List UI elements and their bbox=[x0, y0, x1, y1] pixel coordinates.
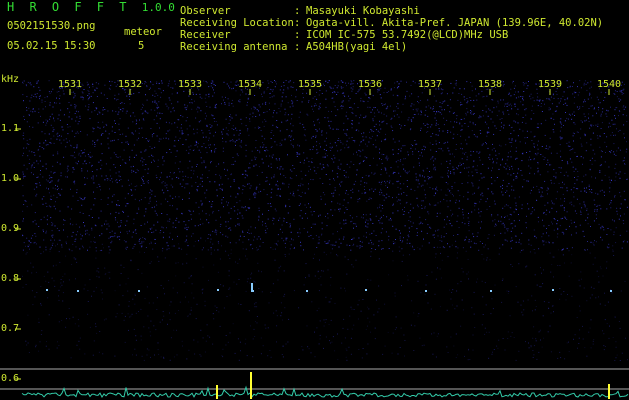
info-sep: : bbox=[294, 29, 301, 41]
y-tick-label: 0.8 bbox=[1, 273, 20, 284]
x-tick-label: 1538 bbox=[478, 79, 503, 90]
x-tick-label: 1540 bbox=[597, 79, 622, 90]
y-unit-label: kHz bbox=[1, 74, 20, 85]
app-name: H R O F F T bbox=[7, 0, 131, 14]
x-tick-label: 1534 bbox=[238, 79, 263, 90]
x-tick-label: 1536 bbox=[358, 79, 383, 90]
info-value-antenna: A504HB(yagi 4el) bbox=[306, 41, 408, 53]
x-tick-label: 1533 bbox=[178, 79, 203, 90]
echo-dot bbox=[251, 283, 253, 292]
echo-dot bbox=[425, 290, 427, 292]
info-key-antenna: Receiving antenna bbox=[180, 41, 288, 53]
info-sep: : bbox=[294, 41, 301, 53]
datetime: 05.02.15 15:30 bbox=[7, 40, 96, 52]
info-key-location: Receiving Location bbox=[180, 17, 294, 29]
app-title: H R O F F T 1.0.0 bbox=[7, 1, 175, 14]
spectrogram-plot bbox=[0, 80, 629, 399]
x-tick-label: 1532 bbox=[118, 79, 143, 90]
x-tick-label: 1537 bbox=[418, 79, 443, 90]
info-sep: : bbox=[294, 17, 301, 29]
axis-ticks bbox=[0, 89, 629, 390]
info-value-observer: Masayuki Kobayashi bbox=[306, 5, 420, 17]
info-value-receiver: ICOM IC-575 53.7492(@LCD)MHz USB bbox=[306, 29, 509, 41]
y-tick-label: 0.6 bbox=[1, 373, 20, 384]
echo-dot bbox=[77, 290, 79, 292]
app-version: 1.0.0 bbox=[141, 1, 175, 14]
y-tick-label: 1.0 bbox=[1, 173, 20, 184]
y-tick-label: 1.1 bbox=[1, 123, 20, 134]
x-tick-label: 1539 bbox=[538, 79, 563, 90]
info-key-observer: Observer bbox=[180, 5, 231, 17]
info-sep: : bbox=[294, 5, 301, 17]
spectrogram-noise bbox=[22, 80, 628, 361]
signal-trace bbox=[21, 372, 629, 399]
info-value-location: Ogata-vill. Akita-Pref. JAPAN (139.96E, … bbox=[306, 17, 604, 29]
info-key-receiver: Receiver bbox=[180, 29, 231, 41]
meteor-echoes bbox=[46, 283, 612, 292]
x-tick-label: 1535 bbox=[298, 79, 323, 90]
echo-dot bbox=[552, 289, 554, 291]
echo-dot bbox=[46, 289, 48, 291]
meteor-label: meteor bbox=[124, 26, 162, 38]
echo-dot bbox=[490, 290, 492, 292]
meteor-count: 5 bbox=[138, 40, 145, 52]
x-tick-label: 1531 bbox=[58, 79, 83, 90]
y-tick-label: 0.7 bbox=[1, 323, 20, 334]
echo-dot bbox=[217, 289, 219, 291]
filename: 0502151530.png bbox=[7, 20, 96, 32]
echo-dot bbox=[138, 290, 140, 292]
echo-dot bbox=[610, 290, 612, 292]
y-tick-label: 0.9 bbox=[1, 223, 20, 234]
echo-dot bbox=[306, 290, 308, 292]
echo-dot bbox=[365, 289, 367, 291]
